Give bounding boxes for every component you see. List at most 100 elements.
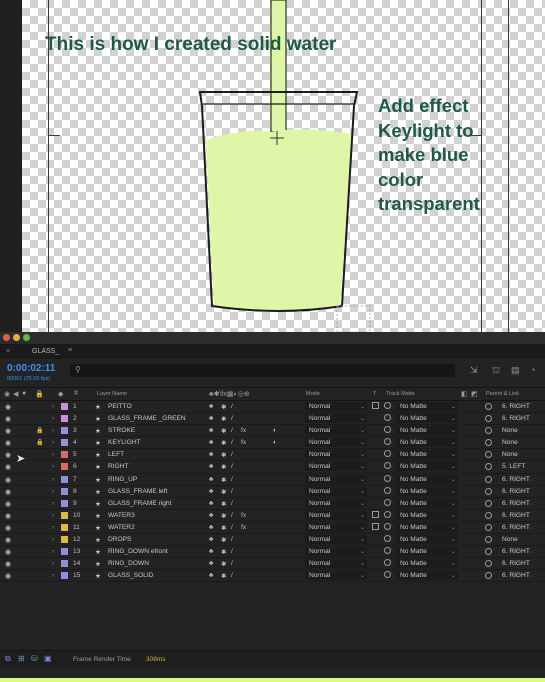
eye-icon[interactable]: ◉	[5, 536, 11, 544]
parent-pickwhip-icon[interactable]	[485, 511, 492, 519]
layer-name[interactable]: RING_DOWN	[108, 560, 149, 567]
shy-switch-icon[interactable]: ♣	[209, 524, 213, 531]
parent-value[interactable]: 6. RIGHT	[502, 476, 530, 483]
parent-pickwhip-icon[interactable]	[485, 415, 492, 423]
parent-value[interactable]: None	[502, 427, 518, 434]
fx-switch-icon[interactable]: fx	[241, 439, 246, 446]
video-eye-icon[interactable]: ◉	[4, 390, 10, 398]
shy-layers-icon[interactable]: ⛫	[492, 365, 500, 377]
track-matte-pickwhip-icon[interactable]	[384, 547, 391, 555]
layer-row[interactable]: ◉ 🔒 › 4 ★ KEYLIGHT ♣ ✱ / fx ◐ Normal ⌄ No Matte ⌄ None	[0, 437, 545, 450]
collapse-switch-icon[interactable]: ✱	[221, 572, 227, 580]
fx-switch-icon[interactable]: fx	[241, 512, 246, 519]
twirl-chevron-icon[interactable]: ›	[52, 451, 54, 458]
twirl-chevron-icon[interactable]: ›	[52, 488, 54, 495]
layer-name[interactable]: GLASS_FRAME _GREEN	[108, 415, 186, 422]
eye-icon[interactable]: ◉	[5, 548, 11, 556]
layer-name[interactable]: GLASS_FRAME left	[108, 488, 167, 495]
layer-name[interactable]: RING_DOWN efront	[108, 548, 168, 555]
shy-switch-icon[interactable]: ♣	[209, 560, 213, 567]
collapse-switch-icon[interactable]: ✱	[221, 439, 227, 447]
eye-icon[interactable]: ◉	[5, 427, 11, 435]
label-color-swatch[interactable]	[61, 463, 68, 471]
parent-value[interactable]: 6. RIGHT	[502, 415, 530, 422]
track-matte-pickwhip-icon[interactable]	[384, 426, 391, 434]
collapse-switch-icon[interactable]: ✱	[221, 500, 227, 508]
layer-name[interactable]: DROPS	[108, 536, 131, 543]
layer-name[interactable]: RIGHT	[108, 463, 129, 470]
track-matte-pickwhip-icon[interactable]	[384, 535, 391, 543]
layer-row[interactable]: ◉ › 7 ★ RING_UP ♣ ✱ / Normal ⌄ No Matte ⌄ 6. RIGHT	[0, 474, 545, 486]
twirl-chevron-icon[interactable]: ›	[52, 548, 54, 555]
label-color-swatch[interactable]	[61, 415, 68, 423]
layer-row[interactable]: ◉ 🔒 › 3 ★ STROKE ♣ ✱ / fx ◐ Normal ⌄ No Matte ⌄ None	[0, 425, 545, 438]
frame-toggle-icon[interactable]: ▣	[44, 654, 52, 663]
parent-pickwhip-icon[interactable]	[485, 560, 492, 568]
collapse-switch-icon[interactable]: ✱	[221, 560, 227, 568]
quality-switch-icon[interactable]: /	[231, 439, 233, 446]
twirl-chevron-icon[interactable]: ›	[52, 572, 54, 579]
layer-row[interactable]: ◉ › 1 ★ PEITTO ♣ ✱ / Normal ⌄ No Matte ⌄ 6. RIGHT	[0, 401, 545, 414]
collapse-switch-icon[interactable]: ✱	[221, 488, 227, 496]
label-color-swatch[interactable]	[61, 403, 68, 410]
twirl-chevron-icon[interactable]: ›	[52, 439, 54, 446]
shy-switch-icon[interactable]: ♣	[209, 548, 213, 555]
shy-switch-icon[interactable]: ♣	[209, 476, 213, 483]
eye-icon[interactable]: ◉	[5, 488, 11, 496]
layer-name[interactable]: GLASS_SOLID	[108, 572, 153, 579]
parent-pickwhip-icon[interactable]	[485, 403, 492, 410]
parent-value[interactable]: 6. RIGHT	[502, 548, 530, 555]
fx-switch-icon[interactable]: fx	[241, 427, 246, 434]
layer-name[interactable]: LEFT	[108, 451, 124, 458]
quality-switch-icon[interactable]: /	[231, 548, 233, 555]
parent-value[interactable]: None	[502, 451, 518, 458]
label-color-swatch[interactable]	[61, 475, 68, 483]
twirl-chevron-icon[interactable]: ›	[52, 512, 54, 519]
label-color-swatch[interactable]	[61, 511, 68, 519]
twirl-chevron-icon[interactable]: ›	[52, 415, 54, 422]
track-matte-pickwhip-icon[interactable]	[384, 559, 391, 567]
parent-pickwhip-icon[interactable]	[485, 451, 492, 459]
composition-viewer[interactable]: This is how I created solid water Add ef…	[0, 0, 545, 332]
layer-row[interactable]: ◉ › 12 ★ DROPS ♣ ✱ / Normal ⌄ No Matte ⌄ None	[0, 534, 545, 547]
parent-value[interactable]: None	[502, 536, 518, 543]
eye-icon[interactable]: ◉	[5, 512, 11, 520]
track-matte-pickwhip-icon[interactable]	[384, 486, 391, 494]
layer-row[interactable]: ◉ › 14 ★ RING_DOWN ♣ ✱ / Normal ⌄ No Matte ⌄ 6. RIGH…	[0, 558, 545, 571]
quality-switch-icon[interactable]: /	[231, 463, 233, 470]
quality-switch-icon[interactable]: /	[231, 451, 233, 458]
parent-pickwhip-icon[interactable]	[485, 572, 492, 580]
collapse-switch-icon[interactable]: ✱	[221, 536, 227, 544]
track-matte-pickwhip-icon[interactable]	[384, 571, 391, 579]
quality-switch-icon[interactable]: /	[231, 488, 233, 495]
parent-pickwhip-icon[interactable]	[485, 475, 492, 483]
render-toggle-icon[interactable]: ⧉	[5, 654, 11, 664]
solo-icon[interactable]: ●	[22, 390, 26, 397]
eye-icon[interactable]: ◉	[5, 500, 11, 508]
shy-switch-icon[interactable]: ♣	[209, 439, 213, 446]
quality-switch-icon[interactable]: /	[231, 500, 233, 507]
shy-switch-icon[interactable]: ♣	[209, 572, 213, 579]
eye-icon[interactable]: ◉	[5, 463, 11, 471]
twirl-chevron-icon[interactable]: ›	[52, 500, 54, 507]
column-mode[interactable]: Mode	[306, 391, 320, 397]
comp-flowchart-icon[interactable]: ⇲	[470, 365, 478, 376]
tab-close-icon[interactable]: ×	[6, 348, 10, 355]
preserve-transparency-icon[interactable]	[372, 522, 379, 530]
eye-icon[interactable]: ◉	[5, 560, 11, 568]
minimize-window-icon[interactable]	[13, 334, 20, 341]
parent-value[interactable]: 6. RIGHT	[502, 500, 530, 507]
parent-pickwhip-icon[interactable]	[485, 439, 492, 447]
twirl-chevron-icon[interactable]: ›	[52, 403, 54, 410]
shy-switch-icon[interactable]: ♣	[209, 536, 213, 543]
tab-glass[interactable]: GLASS_	[32, 348, 59, 355]
twirl-chevron-icon[interactable]: ›	[52, 463, 54, 470]
frame-blending-icon[interactable]: ▤	[511, 365, 520, 376]
parent-pickwhip-icon[interactable]	[485, 523, 492, 531]
parent-pickwhip-icon[interactable]	[485, 548, 492, 556]
track-matte-pickwhip-icon[interactable]	[384, 462, 391, 470]
quality-switch-icon[interactable]: /	[231, 476, 233, 483]
lock-icon[interactable]: 🔒	[36, 427, 43, 434]
twirl-chevron-icon[interactable]: ›	[52, 476, 54, 483]
switch-toggle-icon[interactable]: ⊞	[18, 654, 25, 663]
